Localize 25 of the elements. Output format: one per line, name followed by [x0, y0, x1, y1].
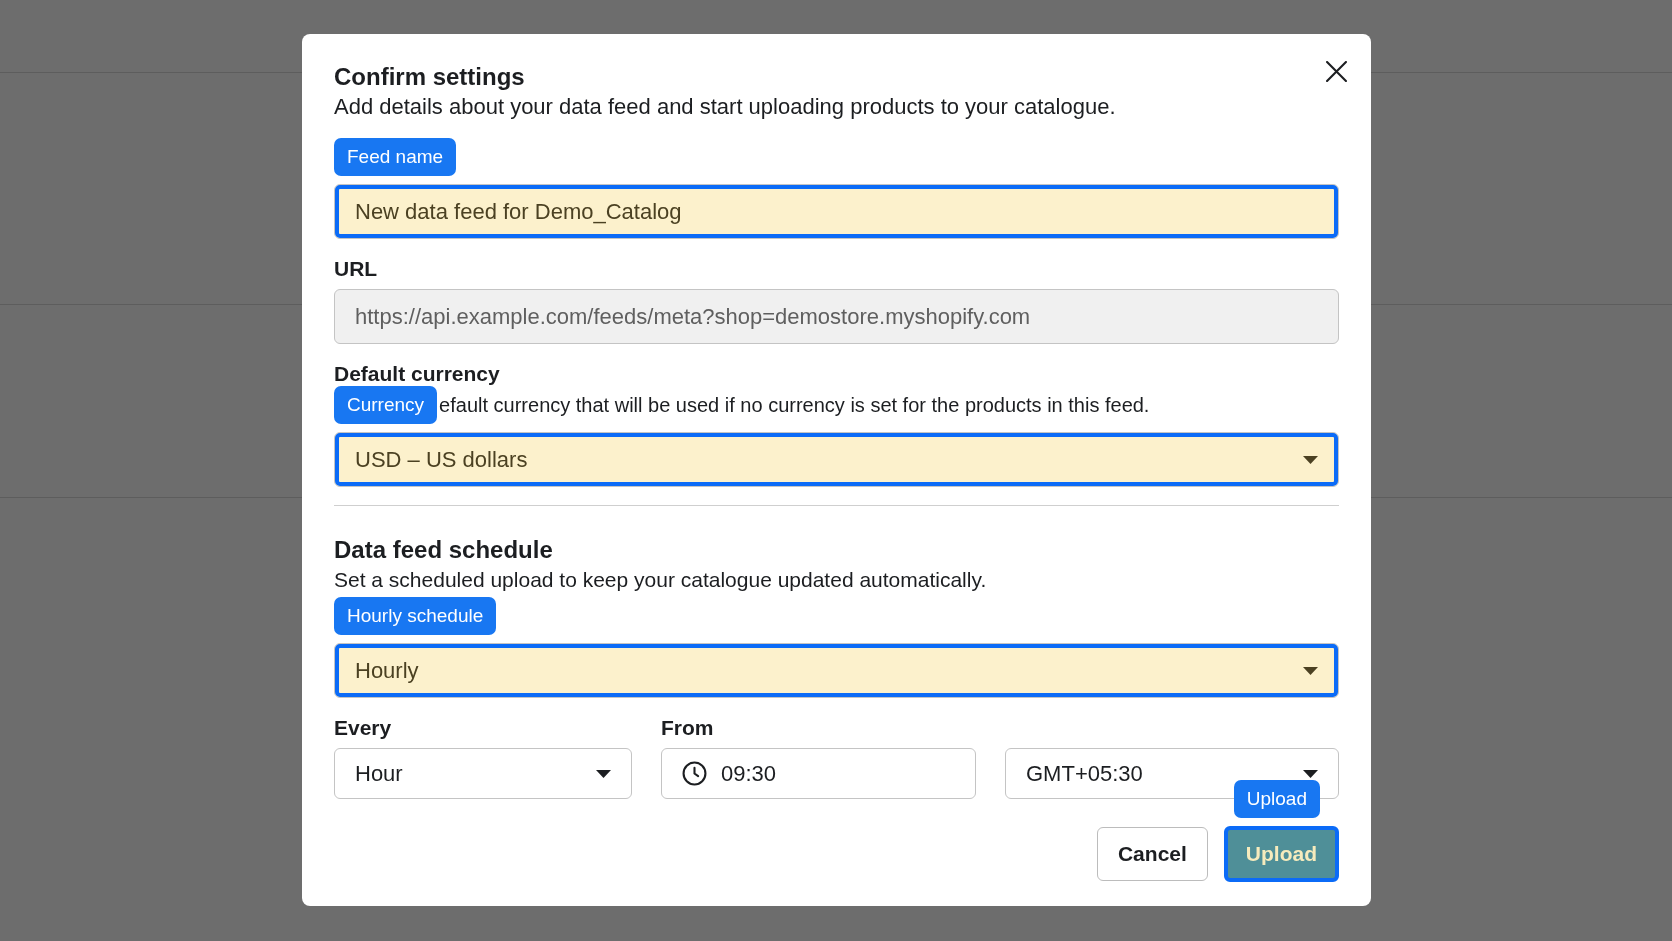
annotation-tag: Hourly schedule — [334, 597, 497, 635]
cancel-button[interactable]: Cancel — [1096, 827, 1208, 881]
caret-icon — [1303, 455, 1318, 464]
dialog-title: Confirm settings — [334, 62, 525, 92]
annotation-tag: Feed name — [334, 138, 457, 176]
caret-icon — [1303, 666, 1318, 675]
dropdown-select[interactable]: USD – US dollars — [334, 432, 1339, 487]
dropdown-select[interactable]: Hourly — [334, 643, 1339, 698]
dialog-subtitle: Add details about your data feed and start uploading products to your catalogue. — [334, 94, 1116, 120]
field-label: URL — [334, 257, 379, 281]
field-label: From — [661, 716, 715, 740]
close-icon — [1325, 60, 1347, 82]
annotation-tag: Upload — [1233, 780, 1320, 818]
caret-icon — [1303, 769, 1318, 778]
clock-icon — [682, 761, 707, 786]
dropdown-select[interactable]: Hour — [334, 748, 632, 799]
section-description: Set a scheduled upload to keep your catalogue updated automatically. — [334, 567, 987, 593]
time-field[interactable]: 09:30 — [661, 748, 976, 799]
field-label: Default currency — [334, 362, 501, 386]
caret-icon — [596, 769, 611, 778]
section-title: Data feed schedule — [334, 535, 553, 565]
field-label: Every — [334, 716, 393, 740]
text-field[interactable]: New data feed for Demo_Catalog — [334, 184, 1339, 239]
annotation-tag: Currency — [334, 386, 438, 424]
field-description: efault currency that will be used if no currency is set for the products in this feed. — [439, 393, 1150, 417]
